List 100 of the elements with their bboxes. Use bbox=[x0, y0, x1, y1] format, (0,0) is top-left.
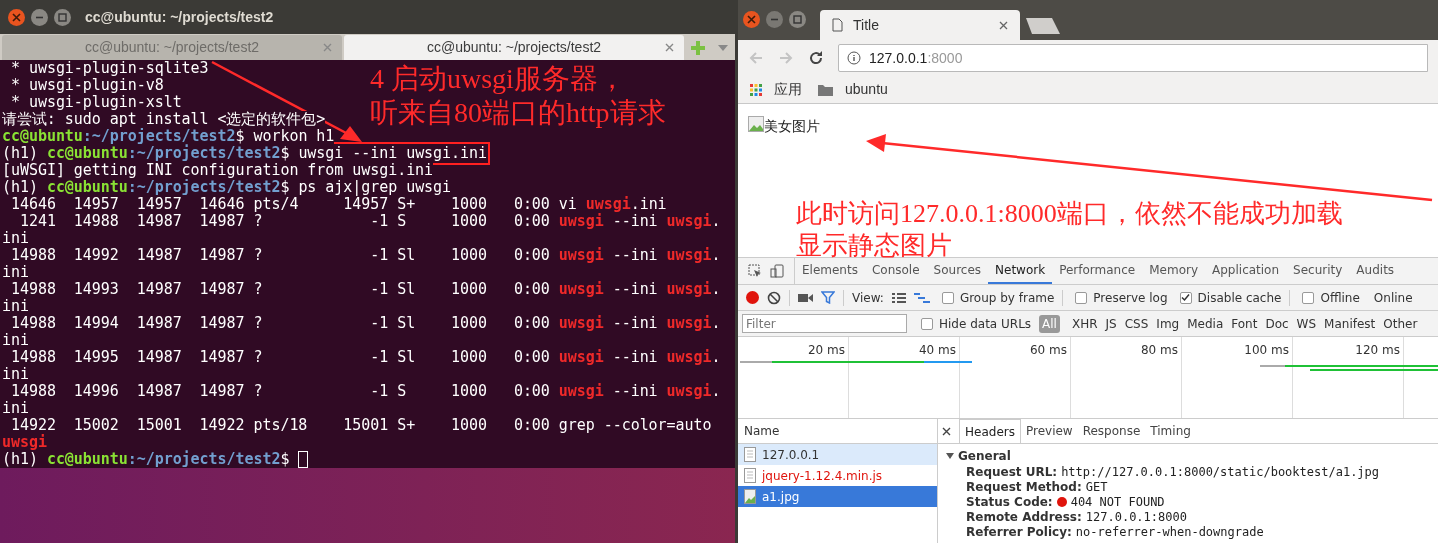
bookmark[interactable]: ubuntu bbox=[818, 79, 888, 100]
close-icon[interactable] bbox=[743, 10, 760, 28]
document-icon bbox=[832, 18, 843, 32]
close-icon[interactable] bbox=[999, 20, 1008, 30]
type-filter[interactable]: Doc bbox=[1265, 314, 1289, 333]
bookmark[interactable]: 应用 bbox=[750, 79, 802, 100]
info-icon bbox=[847, 51, 861, 65]
type-filter[interactable]: WS bbox=[1296, 314, 1317, 333]
header-name: Request URL: bbox=[966, 463, 1058, 481]
waterfall-icon[interactable] bbox=[913, 292, 930, 303]
header-name: Status Code: bbox=[966, 494, 1053, 511]
detail-tab[interactable]: Timing bbox=[1145, 419, 1196, 443]
checkbox[interactable] bbox=[921, 317, 933, 330]
option-label: Offline bbox=[1320, 289, 1360, 307]
close-icon[interactable] bbox=[942, 426, 951, 436]
document-icon bbox=[744, 447, 756, 462]
type-filter[interactable]: CSS bbox=[1124, 314, 1149, 333]
annotation-text: 听来自80端口的http请求 bbox=[370, 96, 666, 130]
devtools-tab[interactable]: Audits bbox=[1349, 258, 1402, 284]
type-filter[interactable]: JS bbox=[1105, 314, 1117, 333]
type-filter[interactable]: Media bbox=[1187, 314, 1224, 333]
option-label: Hide data URLs bbox=[939, 315, 1032, 333]
devtools-tab[interactable]: Application bbox=[1205, 258, 1287, 284]
annotation-text: 此时访问127.0.0.1:8000端口，依然不能成功加载 bbox=[796, 198, 1343, 230]
checkbox[interactable] bbox=[941, 291, 954, 304]
header-value: 127.0.0.1:8000 bbox=[1085, 508, 1187, 526]
device-icon[interactable] bbox=[770, 264, 784, 278]
header-value: http://127.0.0.1:8000/static/booktest/a1.jpg bbox=[1061, 463, 1380, 481]
match-text: uwsgi bbox=[666, 281, 712, 298]
terminal-text: [uWSGI] getting INI configuration from uwsgi.ini bbox=[2, 162, 434, 179]
close-icon[interactable] bbox=[8, 8, 25, 26]
type-filter[interactable]: Manifest bbox=[1324, 314, 1376, 333]
devtools-tab[interactable]: Security bbox=[1286, 258, 1350, 284]
terminal-text: $ bbox=[280, 145, 299, 162]
checkbox[interactable] bbox=[1302, 291, 1315, 304]
reload-icon[interactable] bbox=[808, 50, 824, 66]
match-text: uwsgi bbox=[666, 247, 712, 264]
new-tab-icon[interactable] bbox=[1026, 18, 1060, 34]
terminal-text: $ ps ajx|grep uwsgi bbox=[280, 179, 452, 196]
prompt-user: cc@ubuntu bbox=[46, 451, 128, 468]
checkbox[interactable] bbox=[1179, 291, 1192, 304]
devtools-tab[interactable]: Performance bbox=[1052, 258, 1143, 284]
prompt-path: :~/projects/test2 bbox=[82, 128, 236, 145]
filter-icon[interactable] bbox=[821, 291, 835, 304]
list-view-icon[interactable] bbox=[891, 292, 906, 303]
record-button[interactable] bbox=[746, 291, 759, 304]
match-text: uwsgi bbox=[558, 383, 604, 400]
prompt-path: :~/projects/test2 bbox=[127, 145, 281, 162]
annotation-text: 4 启动uwsgi服务器， bbox=[370, 62, 627, 96]
timeline-tick: 60 ms bbox=[1029, 342, 1067, 359]
devtools-tab[interactable]: Memory bbox=[1142, 258, 1205, 284]
prompt-user: cc@ubuntu bbox=[2, 128, 83, 145]
prompt-path: :~/projects/test2 bbox=[127, 451, 281, 468]
request-row[interactable]: a1.jpg bbox=[738, 486, 937, 507]
type-filter[interactable]: Img bbox=[1156, 314, 1180, 333]
timeline-tick: 80 ms bbox=[1140, 342, 1178, 359]
clear-icon[interactable] bbox=[767, 290, 781, 305]
browser-tab[interactable]: Title bbox=[820, 10, 1020, 40]
terminal-text: $ workon h1 bbox=[235, 128, 335, 145]
folder-icon bbox=[818, 83, 833, 96]
match-text: uwsgi bbox=[666, 383, 712, 400]
minimize-icon[interactable] bbox=[766, 10, 783, 28]
broken-image-icon bbox=[748, 116, 764, 132]
address-bar[interactable]: 127.0.0.1:8000 bbox=[838, 44, 1428, 72]
match-text: uwsgi bbox=[558, 213, 604, 230]
timeline-tick: 20 ms bbox=[807, 342, 845, 359]
match-text: uwsgi bbox=[666, 213, 712, 230]
throttle-select[interactable]: Online bbox=[1373, 288, 1413, 307]
match-text: uwsgi bbox=[666, 349, 712, 366]
detail-tab[interactable]: Headers bbox=[959, 419, 1021, 443]
view-label: View: bbox=[852, 289, 884, 307]
inspect-icon[interactable] bbox=[748, 264, 762, 278]
header-value: GET bbox=[1085, 479, 1108, 496]
maximize-icon[interactable] bbox=[54, 8, 71, 26]
camera-icon[interactable] bbox=[798, 292, 813, 303]
caret-icon[interactable] bbox=[718, 44, 728, 51]
document-icon bbox=[744, 468, 756, 483]
window-title: cc@ubuntu: ~/projects/test2 bbox=[85, 7, 274, 27]
match-text: uwsgi bbox=[558, 315, 604, 332]
terminal-tab[interactable]: cc@ubuntu: ~/projects/test2 bbox=[344, 35, 684, 60]
option-label: Preserve log bbox=[1093, 289, 1168, 307]
terminal-text: 请尝试: sudo apt install <选定的软件包> bbox=[2, 111, 326, 128]
checkbox[interactable] bbox=[1075, 291, 1088, 304]
prompt-user: cc@ubuntu bbox=[46, 179, 128, 196]
filter-field[interactable]: Filter bbox=[742, 314, 907, 333]
minimize-icon[interactable] bbox=[31, 8, 48, 26]
maximize-icon[interactable] bbox=[789, 10, 806, 28]
detail-tab[interactable]: Preview bbox=[1020, 419, 1078, 443]
section-header[interactable]: General bbox=[946, 448, 1430, 464]
timeline-tick: 120 ms bbox=[1355, 342, 1400, 359]
image-file-icon bbox=[744, 489, 756, 504]
timeline-tick: 40 ms bbox=[918, 342, 956, 359]
header-name: Referrer Policy: bbox=[966, 523, 1072, 541]
match-text: uwsgi bbox=[558, 247, 604, 264]
type-filter[interactable]: XHR bbox=[1071, 314, 1098, 333]
type-filter[interactable]: Other bbox=[1383, 314, 1418, 333]
detail-tab[interactable]: Response bbox=[1077, 419, 1146, 443]
type-filter[interactable]: Font bbox=[1231, 314, 1258, 333]
request-row[interactable]: 127.0.0.1 bbox=[738, 444, 937, 465]
request-row[interactable]: jquery-1.12.4.min.js bbox=[738, 465, 937, 486]
